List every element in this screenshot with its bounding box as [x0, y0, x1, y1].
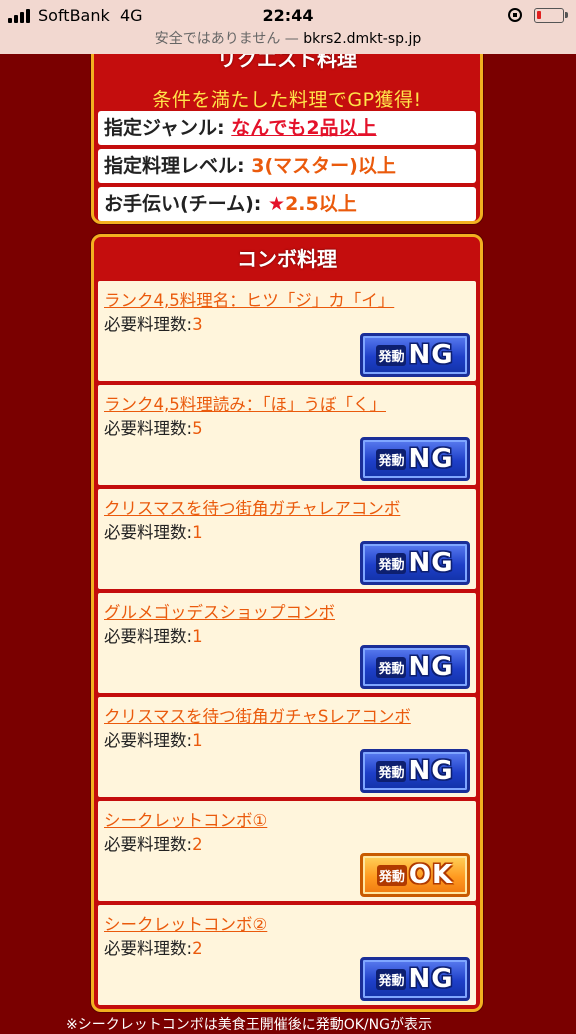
combo-name-link[interactable]: ランク4,5料理読み：「ほ」うぼ「く」 [104, 391, 386, 415]
activation-ng-button[interactable]: 発動 NG [360, 749, 470, 793]
activation-ng-button[interactable]: 発動 NG [360, 437, 470, 481]
activation-ng-button[interactable]: 発動 NG [360, 541, 470, 585]
combo-required-count: 必要料理数:1 [104, 731, 203, 750]
activation-ng-button[interactable]: 発動 NG [360, 645, 470, 689]
browser-status-bar: SoftBank 4G 22:44 安全ではありません — bkrs2.dmkt… [0, 0, 576, 54]
clock: 22:44 [262, 6, 314, 25]
genre-link[interactable]: なんでも2品以上 [231, 117, 376, 139]
combo-item: シークレットコンボ① 必要料理数:2 発動 OK [98, 801, 476, 901]
combo-required-count: 必要料理数:5 [104, 419, 203, 438]
request-panel: リクエスト料理 条件を満たした料理でGP獲得! 指定ジャンル: なんでも2品以上… [91, 34, 483, 224]
combo-name-link[interactable]: グルメゴッデスショップコンボ [104, 599, 335, 623]
rotation-lock-icon [508, 8, 522, 22]
combo-required-count: 必要料理数:2 [104, 939, 203, 958]
combo-name-link[interactable]: シークレットコンボ② [104, 911, 267, 935]
combo-name-link[interactable]: クリスマスを待つ街角ガチャレアコンボ [104, 495, 400, 519]
url-bar[interactable]: 安全ではありません — bkrs2.dmkt-sp.jp [0, 28, 576, 48]
footnote: ※シークレットコンボは美食王開催後に発動OK/NGが表示 [66, 1017, 432, 1033]
activation-ok-button[interactable]: 発動 OK [360, 853, 470, 897]
combo-item: ランク4,5料理読み：「ほ」うぼ「く」必要料理数:5 発動 NG [98, 385, 476, 485]
combo-item: クリスマスを待つ街角ガチャレアコンボ必要料理数:1 発動 NG [98, 489, 476, 589]
combo-name-link[interactable]: ランク4,5料理名：ヒツ「ジ」カ「イ」 [104, 287, 394, 311]
request-subtitle: 条件を満たした料理でGP獲得! [152, 89, 422, 111]
combo-item: クリスマスを待つ街角ガチャSレアコンボ必要料理数:1 発動 NG [98, 697, 476, 797]
activation-ng-button[interactable]: 発動 NG [360, 333, 470, 377]
activation-ng-button[interactable]: 発動 NG [360, 957, 470, 1001]
combo-title: コンボ料理 [237, 247, 337, 271]
combo-required-count: 必要料理数:1 [104, 523, 203, 542]
combo-name-link[interactable]: クリスマスを待つ街角ガチャSレアコンボ [104, 703, 411, 727]
combo-item: グルメゴッデスショップコンボ必要料理数:1 発動 NG [98, 593, 476, 693]
request-row-genre: 指定ジャンル: なんでも2品以上 [98, 111, 476, 145]
combo-panel: コンボ料理 ランク4,5料理名：ヒツ「ジ」カ「イ」 必要料理数:3 発動 NG ランク4… [91, 234, 483, 1012]
request-row-level: 指定料理レベル: 3(マスター)以上 [98, 149, 476, 183]
combo-item: シークレットコンボ② 必要料理数:2 発動 NG [98, 905, 476, 1005]
combo-required-count: 必要料理数:3 [104, 315, 203, 334]
combo-required-count: 必要料理数:1 [104, 627, 203, 646]
combo-required-count: 必要料理数:2 [104, 835, 203, 854]
combo-name-link[interactable]: シークレットコンボ① [104, 807, 267, 831]
combo-item: ランク4,5料理名：ヒツ「ジ」カ「イ」必要料理数:3 発動 NG [98, 281, 476, 381]
request-row-helper: お手伝い(チーム): ★2.5以上 [98, 187, 476, 221]
star-icon: ★ [268, 193, 286, 215]
battery-icon [534, 8, 568, 23]
